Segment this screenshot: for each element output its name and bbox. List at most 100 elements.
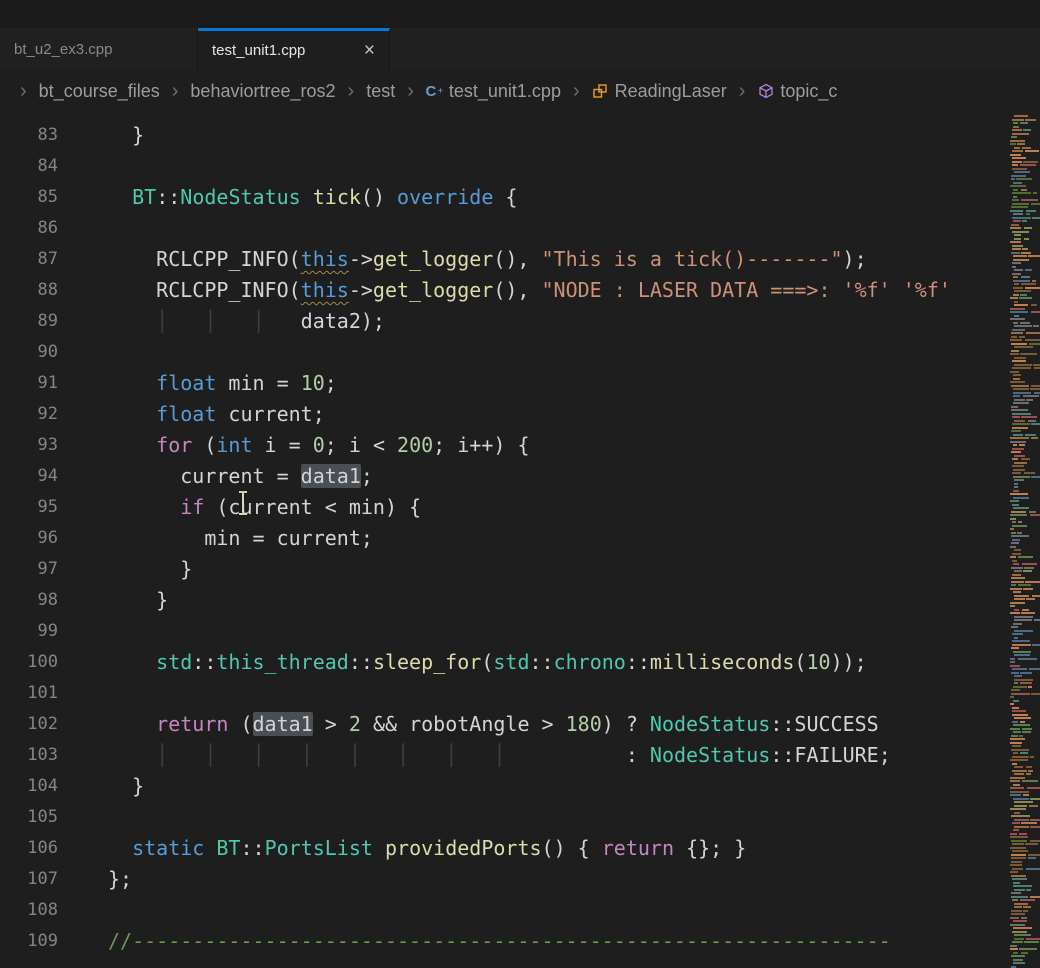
code-text[interactable]: current = data1; (58, 461, 373, 492)
line-number[interactable]: 90 (0, 337, 58, 368)
code-text[interactable] (58, 337, 108, 368)
code-line[interactable]: 105 (0, 802, 1040, 833)
code-text[interactable]: } (58, 554, 192, 585)
code-text[interactable] (58, 895, 108, 926)
code-text[interactable]: }; (58, 864, 132, 895)
code-line[interactable]: 100 std::this_thread::sleep_for(std::chr… (0, 647, 1040, 678)
code-text[interactable]: float min = 10; (58, 368, 337, 399)
minimap-line (1010, 220, 1040, 222)
code-line[interactable]: 84 (0, 151, 1040, 182)
code-text[interactable] (58, 616, 108, 647)
code-line[interactable]: 91 float min = 10; (0, 368, 1040, 399)
line-number[interactable]: 86 (0, 213, 58, 244)
code-line[interactable]: 93 for (int i = 0; i < 200; i++) { (0, 430, 1040, 461)
line-number[interactable]: 109 (0, 926, 58, 957)
line-number[interactable]: 88 (0, 275, 58, 306)
code-line[interactable]: 107}; (0, 864, 1040, 895)
line-number[interactable]: 97 (0, 554, 58, 585)
tab-label: bt_u2_ex3.cpp (14, 41, 183, 58)
line-number[interactable]: 104 (0, 771, 58, 802)
code-text[interactable]: } (58, 120, 144, 151)
code-text[interactable]: static BT::PortsList providedPorts() { r… (58, 833, 746, 864)
line-number[interactable]: 107 (0, 864, 58, 895)
line-number[interactable]: 89 (0, 306, 58, 337)
code-text[interactable]: │ │ │ data2); (58, 306, 385, 337)
minimap-line (1010, 402, 1040, 404)
code-line[interactable]: 95 if (current < min) { (0, 492, 1040, 523)
code-text[interactable]: for (int i = 0; i < 200; i++) { (58, 430, 529, 461)
code-text[interactable]: } (58, 585, 168, 616)
minimap-line (1010, 259, 1040, 261)
code-text[interactable]: } (58, 771, 144, 802)
line-number[interactable]: 102 (0, 709, 58, 740)
code-line[interactable]: 109//-----------------------------------… (0, 926, 1040, 957)
code-text[interactable]: if (current < min) { (58, 492, 421, 523)
line-number[interactable]: 96 (0, 523, 58, 554)
breadcrumb-item-readinglaser[interactable]: ReadingLaser (592, 81, 727, 102)
line-number[interactable]: 92 (0, 399, 58, 430)
code-text[interactable]: float current; (58, 399, 325, 430)
code-line[interactable]: 98 } (0, 585, 1040, 616)
line-number[interactable]: 106 (0, 833, 58, 864)
code-line[interactable]: 83 } (0, 120, 1040, 151)
line-number[interactable]: 94 (0, 461, 58, 492)
minimap-line (1010, 115, 1040, 117)
line-number[interactable]: 100 (0, 647, 58, 678)
code-line[interactable]: 96 min = current; (0, 523, 1040, 554)
code-editor[interactable]: 83 }8485 BT::NodeStatus tick() override … (0, 112, 1040, 968)
line-number[interactable]: 105 (0, 802, 58, 833)
code-line[interactable]: 85 BT::NodeStatus tick() override { (0, 182, 1040, 213)
code-line[interactable]: 101 (0, 678, 1040, 709)
code-text[interactable]: min = current; (58, 523, 373, 554)
minimap-line (1010, 731, 1040, 733)
code-line[interactable]: 89 │ │ │ data2); (0, 306, 1040, 337)
code-line[interactable]: 106 static BT::PortsList providedPorts()… (0, 833, 1040, 864)
code-line[interactable]: 86 (0, 213, 1040, 244)
code-line[interactable]: 99 (0, 616, 1040, 647)
code-line[interactable]: 87 RCLCPP_INFO(this->get_logger(), "This… (0, 244, 1040, 275)
breadcrumb-item-bt-course-files[interactable]: bt_course_files (39, 81, 160, 102)
breadcrumb-item-test-unit1-cpp[interactable]: C+ test_unit1.cpp (426, 81, 561, 102)
line-number[interactable]: 91 (0, 368, 58, 399)
code-line[interactable]: 88 RCLCPP_INFO(this->get_logger(), "NODE… (0, 275, 1040, 306)
code-text[interactable] (58, 213, 108, 244)
code-line[interactable]: 90 (0, 337, 1040, 368)
code-text[interactable]: RCLCPP_INFO(this->get_logger(), "This is… (58, 244, 867, 275)
line-number[interactable]: 85 (0, 182, 58, 213)
code-line[interactable]: 94 current = data1; (0, 461, 1040, 492)
line-number[interactable]: 87 (0, 244, 58, 275)
code-text[interactable] (58, 802, 108, 833)
line-number[interactable]: 101 (0, 678, 58, 709)
code-line[interactable]: 92 float current; (0, 399, 1040, 430)
minimap[interactable] (1008, 112, 1040, 968)
code-text[interactable]: std::this_thread::sleep_for(std::chrono:… (58, 647, 867, 678)
code-text[interactable]: BT::NodeStatus tick() override { (58, 182, 517, 213)
code-area[interactable]: 83 }8485 BT::NodeStatus tick() override … (0, 112, 1040, 957)
code-line[interactable]: 103 │ │ │ │ │ │ │ │ : NodeStatus::FAILUR… (0, 740, 1040, 771)
code-text[interactable]: //--------------------------------------… (58, 926, 891, 957)
code-text[interactable]: │ │ │ │ │ │ │ │ : NodeStatus::FAILURE; (58, 740, 891, 771)
line-number[interactable]: 84 (0, 151, 58, 182)
code-line[interactable]: 108 (0, 895, 1040, 926)
breadcrumb-item-topic-callback[interactable]: topic_c (757, 81, 837, 102)
line-number[interactable]: 95 (0, 492, 58, 523)
window-titlebar (0, 0, 1040, 28)
line-number[interactable]: 99 (0, 616, 58, 647)
tab-bt_u2_ex3[interactable]: bt_u2_ex3.cpp (0, 28, 198, 70)
line-number[interactable]: 83 (0, 120, 58, 151)
line-number[interactable]: 108 (0, 895, 58, 926)
line-number[interactable]: 93 (0, 430, 58, 461)
tab-test_unit1[interactable]: test_unit1.cpp × (198, 28, 390, 70)
code-text[interactable] (58, 151, 108, 182)
close-icon[interactable]: × (364, 41, 375, 60)
code-text[interactable]: return (data1 > 2 && robotAngle > 180) ?… (58, 709, 879, 740)
code-text[interactable]: RCLCPP_INFO(this->get_logger(), "NODE : … (58, 275, 951, 306)
code-text[interactable] (58, 678, 108, 709)
breadcrumb-item-test[interactable]: test (366, 81, 395, 102)
line-number[interactable]: 103 (0, 740, 58, 771)
code-line[interactable]: 104 } (0, 771, 1040, 802)
line-number[interactable]: 98 (0, 585, 58, 616)
code-line[interactable]: 97 } (0, 554, 1040, 585)
breadcrumb-item-behaviortree-ros2[interactable]: behaviortree_ros2 (190, 81, 335, 102)
code-line[interactable]: 102 return (data1 > 2 && robotAngle > 18… (0, 709, 1040, 740)
